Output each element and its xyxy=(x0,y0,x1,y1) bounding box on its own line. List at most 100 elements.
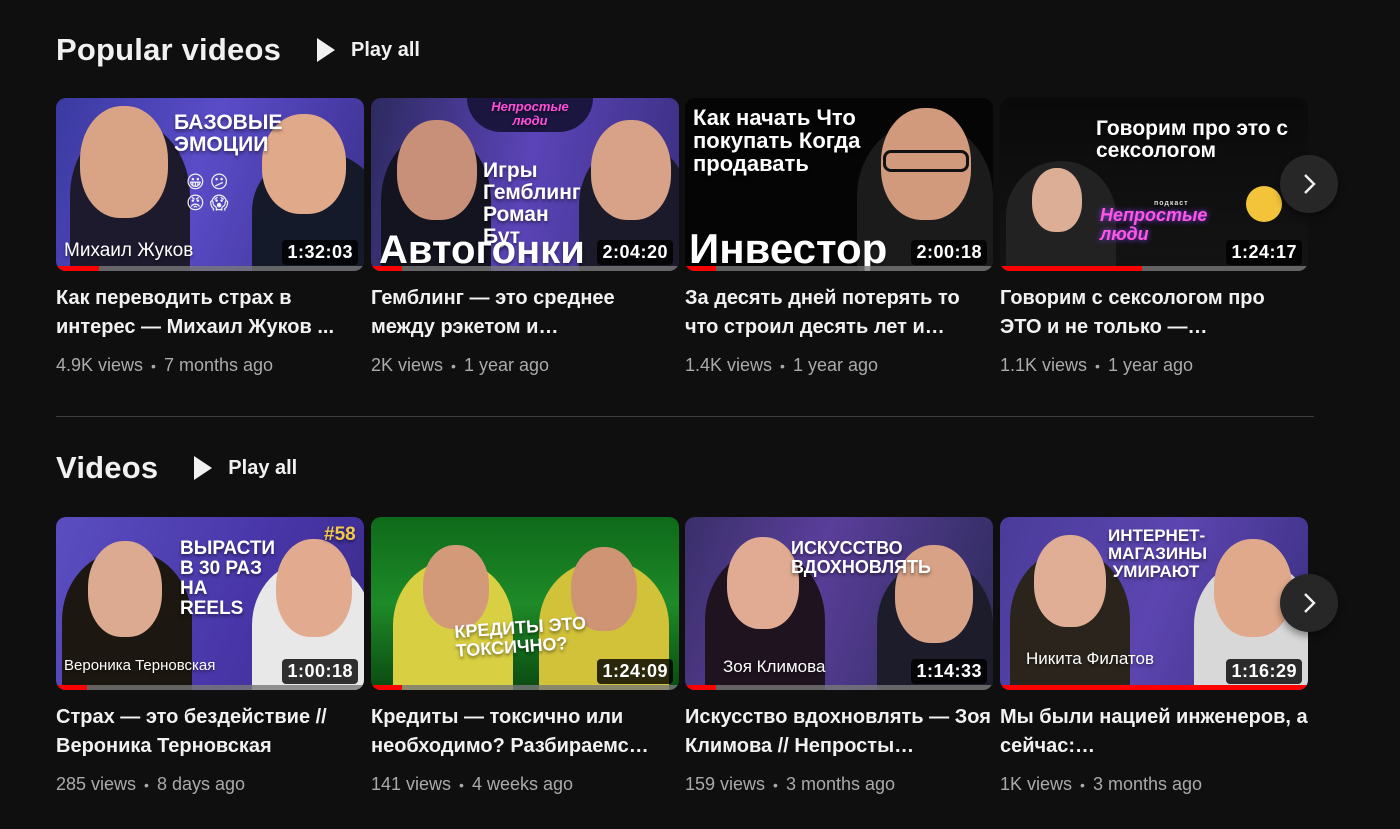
shelf-title[interactable]: Videos xyxy=(56,450,158,486)
separator-dot: • xyxy=(451,357,456,374)
video-thumbnail[interactable]: Как начать Что покупать Когда продавать … xyxy=(685,98,993,271)
shelf-title[interactable]: Popular videos xyxy=(56,32,281,68)
view-count: 4.9K views xyxy=(56,355,144,375)
shelf-videos: Videos Play all ВЫРАСТИ В 30 РАЗ НА REEL… xyxy=(56,418,1338,829)
duration-badge: 1:16:29 xyxy=(1226,659,1302,684)
play-all-button[interactable]: Play all xyxy=(315,37,420,63)
video-meta: 159 views • 3 months ago xyxy=(685,774,993,795)
shelf-header: Videos Play all xyxy=(56,448,297,488)
upload-age: 1 year ago xyxy=(463,355,549,375)
thumbnail-headline: Говорим про это с сексологом xyxy=(1096,117,1289,163)
video-card[interactable]: ВЫРАСТИ В 30 РАЗ НА REELS #58 Вероника Т… xyxy=(56,517,364,795)
video-title[interactable]: Гемблинг — это среднее между рэкетом и… xyxy=(371,284,679,342)
thumbnail-headline: БАЗОВЫЕ ЭМОЦИИ xyxy=(174,111,283,157)
thumbnail-caption: Зоя Климова xyxy=(723,657,826,677)
duration-badge: 1:24:09 xyxy=(597,659,673,684)
thumbnail-headline: ИСКУССТВО ВДОХНОВЛЯТЬ xyxy=(791,538,931,577)
watch-progress-fill xyxy=(1000,266,1142,271)
chevron-right-icon xyxy=(1304,593,1316,613)
watch-progress-fill xyxy=(1000,685,1308,690)
video-title[interactable]: Страх — это бездействие // Вероника Терн… xyxy=(56,703,364,761)
next-button[interactable] xyxy=(1280,574,1338,632)
upload-age: 3 months ago xyxy=(1092,774,1203,794)
upload-age: 7 months ago xyxy=(163,355,274,375)
duration-badge: 2:00:18 xyxy=(911,240,987,265)
person-face xyxy=(423,545,489,629)
video-thumbnail[interactable]: КРЕДИТЫ ЭТО ТОКСИЧНО? 1:24:09 xyxy=(371,517,679,690)
person-face xyxy=(1034,535,1106,627)
play-all-label: Play all xyxy=(228,456,298,479)
watch-progress-bar xyxy=(685,685,993,690)
play-icon xyxy=(317,38,336,62)
video-row: ВЫРАСТИ В 30 РАЗ НА REELS #58 Вероника Т… xyxy=(56,517,1338,817)
video-thumbnail[interactable]: ИСКУССТВО ВДОХНОВЛЯТЬ Зоя Климова 1:14:3… xyxy=(685,517,993,690)
shelf-header: Popular videos Play all xyxy=(56,30,420,70)
duration-badge: 1:32:03 xyxy=(282,240,358,265)
watch-progress-bar xyxy=(371,685,679,690)
view-count: 159 views xyxy=(685,774,766,794)
view-count: 1.4K views xyxy=(685,355,773,375)
video-thumbnail[interactable]: ИНТЕРНЕТ- МАГАЗИНЫ УМИРАЮТ Никита Филато… xyxy=(1000,517,1308,690)
video-card[interactable]: Говорим про это с сексологом подкаст Неп… xyxy=(1000,98,1308,376)
person-face xyxy=(1032,168,1082,232)
video-card[interactable]: ИСКУССТВО ВДОХНОВЛЯТЬ Зоя Климова 1:14:3… xyxy=(685,517,993,795)
watch-progress-fill xyxy=(56,266,100,271)
watch-progress-bar xyxy=(1000,685,1308,690)
video-meta: 141 views • 4 weeks ago xyxy=(371,774,679,795)
shelf-divider xyxy=(56,416,1314,417)
duration-badge: 1:00:18 xyxy=(282,659,358,684)
person-face xyxy=(727,537,799,629)
video-thumbnail[interactable]: Говорим про это с сексологом подкаст Неп… xyxy=(1000,98,1308,271)
person-face xyxy=(276,539,352,637)
separator-dot: • xyxy=(1095,357,1100,374)
shelf-popular-videos: Popular videos Play all БАЗОВЫЕ ЭМОЦИИ 😀… xyxy=(56,0,1338,417)
next-button[interactable] xyxy=(1280,155,1338,213)
glasses-icon xyxy=(883,150,969,172)
view-count: 141 views xyxy=(371,774,452,794)
watch-progress-bar xyxy=(56,685,364,690)
video-meta: 1.4K views • 1 year ago xyxy=(685,355,993,376)
video-meta: 4.9K views • 7 months ago xyxy=(56,355,364,376)
video-title[interactable]: Кредиты — токсично или необходимо? Разби… xyxy=(371,703,679,761)
play-all-button[interactable]: Play all xyxy=(192,455,297,481)
video-title[interactable]: Мы были нацией инженеров, а сейчас:… xyxy=(1000,703,1308,761)
duration-badge: 1:24:17 xyxy=(1226,240,1302,265)
play-icon xyxy=(194,456,213,480)
separator-dot: • xyxy=(1080,776,1085,793)
person-face xyxy=(88,541,162,637)
show-logo-text: Непростые люди xyxy=(1100,205,1208,244)
person-face xyxy=(1214,539,1292,637)
video-card[interactable]: БАЗОВЫЕ ЭМОЦИИ 😀 😕 😡 😱 Михаил Жуков 1:32:… xyxy=(56,98,364,376)
thumbnail-caption: Автогонки xyxy=(379,228,585,271)
thumbnail-caption: Инвестор xyxy=(689,224,888,271)
separator-dot: • xyxy=(144,776,149,793)
view-count: 2K views xyxy=(371,355,444,375)
video-title[interactable]: Искусство вдохновлять — Зоя Климова // Н… xyxy=(685,703,993,761)
emoji-icon xyxy=(1246,186,1282,222)
watch-progress-fill xyxy=(371,266,402,271)
video-card[interactable]: ИНТЕРНЕТ- МАГАЗИНЫ УМИРАЮТ Никита Филато… xyxy=(1000,517,1308,795)
video-thumbnail[interactable]: Непростые люди Игры Гемблинг Роман Бут А… xyxy=(371,98,679,271)
view-count: 1K views xyxy=(1000,774,1073,794)
video-meta: 2K views • 1 year ago xyxy=(371,355,679,376)
video-meta: 1K views • 3 months ago xyxy=(1000,774,1308,795)
video-title[interactable]: За десять дней потерять то что строил де… xyxy=(685,284,993,342)
watch-progress-fill xyxy=(685,685,716,690)
video-card[interactable]: Как начать Что покупать Когда продавать … xyxy=(685,98,993,376)
duration-badge: 2:04:20 xyxy=(597,240,673,265)
video-row: БАЗОВЫЕ ЭМОЦИИ 😀 😕 😡 😱 Михаил Жуков 1:32:… xyxy=(56,98,1338,398)
video-thumbnail[interactable]: БАЗОВЫЕ ЭМОЦИИ 😀 😕 😡 😱 Михаил Жуков 1:32:… xyxy=(56,98,364,271)
person-face xyxy=(80,106,168,218)
watch-progress-fill xyxy=(56,685,87,690)
video-thumbnail[interactable]: ВЫРАСТИ В 30 РАЗ НА REELS #58 Вероника Т… xyxy=(56,517,364,690)
watch-progress-bar xyxy=(56,266,364,271)
video-title[interactable]: Говорим с сексологом про ЭТО и не только… xyxy=(1000,284,1308,342)
video-meta: 285 views • 8 days ago xyxy=(56,774,364,795)
video-meta: 1.1K views • 1 year ago xyxy=(1000,355,1308,376)
episode-badge: #58 xyxy=(324,524,356,545)
video-card[interactable]: КРЕДИТЫ ЭТО ТОКСИЧНО? 1:24:09 Кредиты — … xyxy=(371,517,679,795)
view-count: 1.1K views xyxy=(1000,355,1088,375)
video-card[interactable]: Непростые люди Игры Гемблинг Роман Бут А… xyxy=(371,98,679,376)
chevron-right-icon xyxy=(1304,174,1316,194)
video-title[interactable]: Как переводить страх в интерес — Михаил … xyxy=(56,284,364,342)
